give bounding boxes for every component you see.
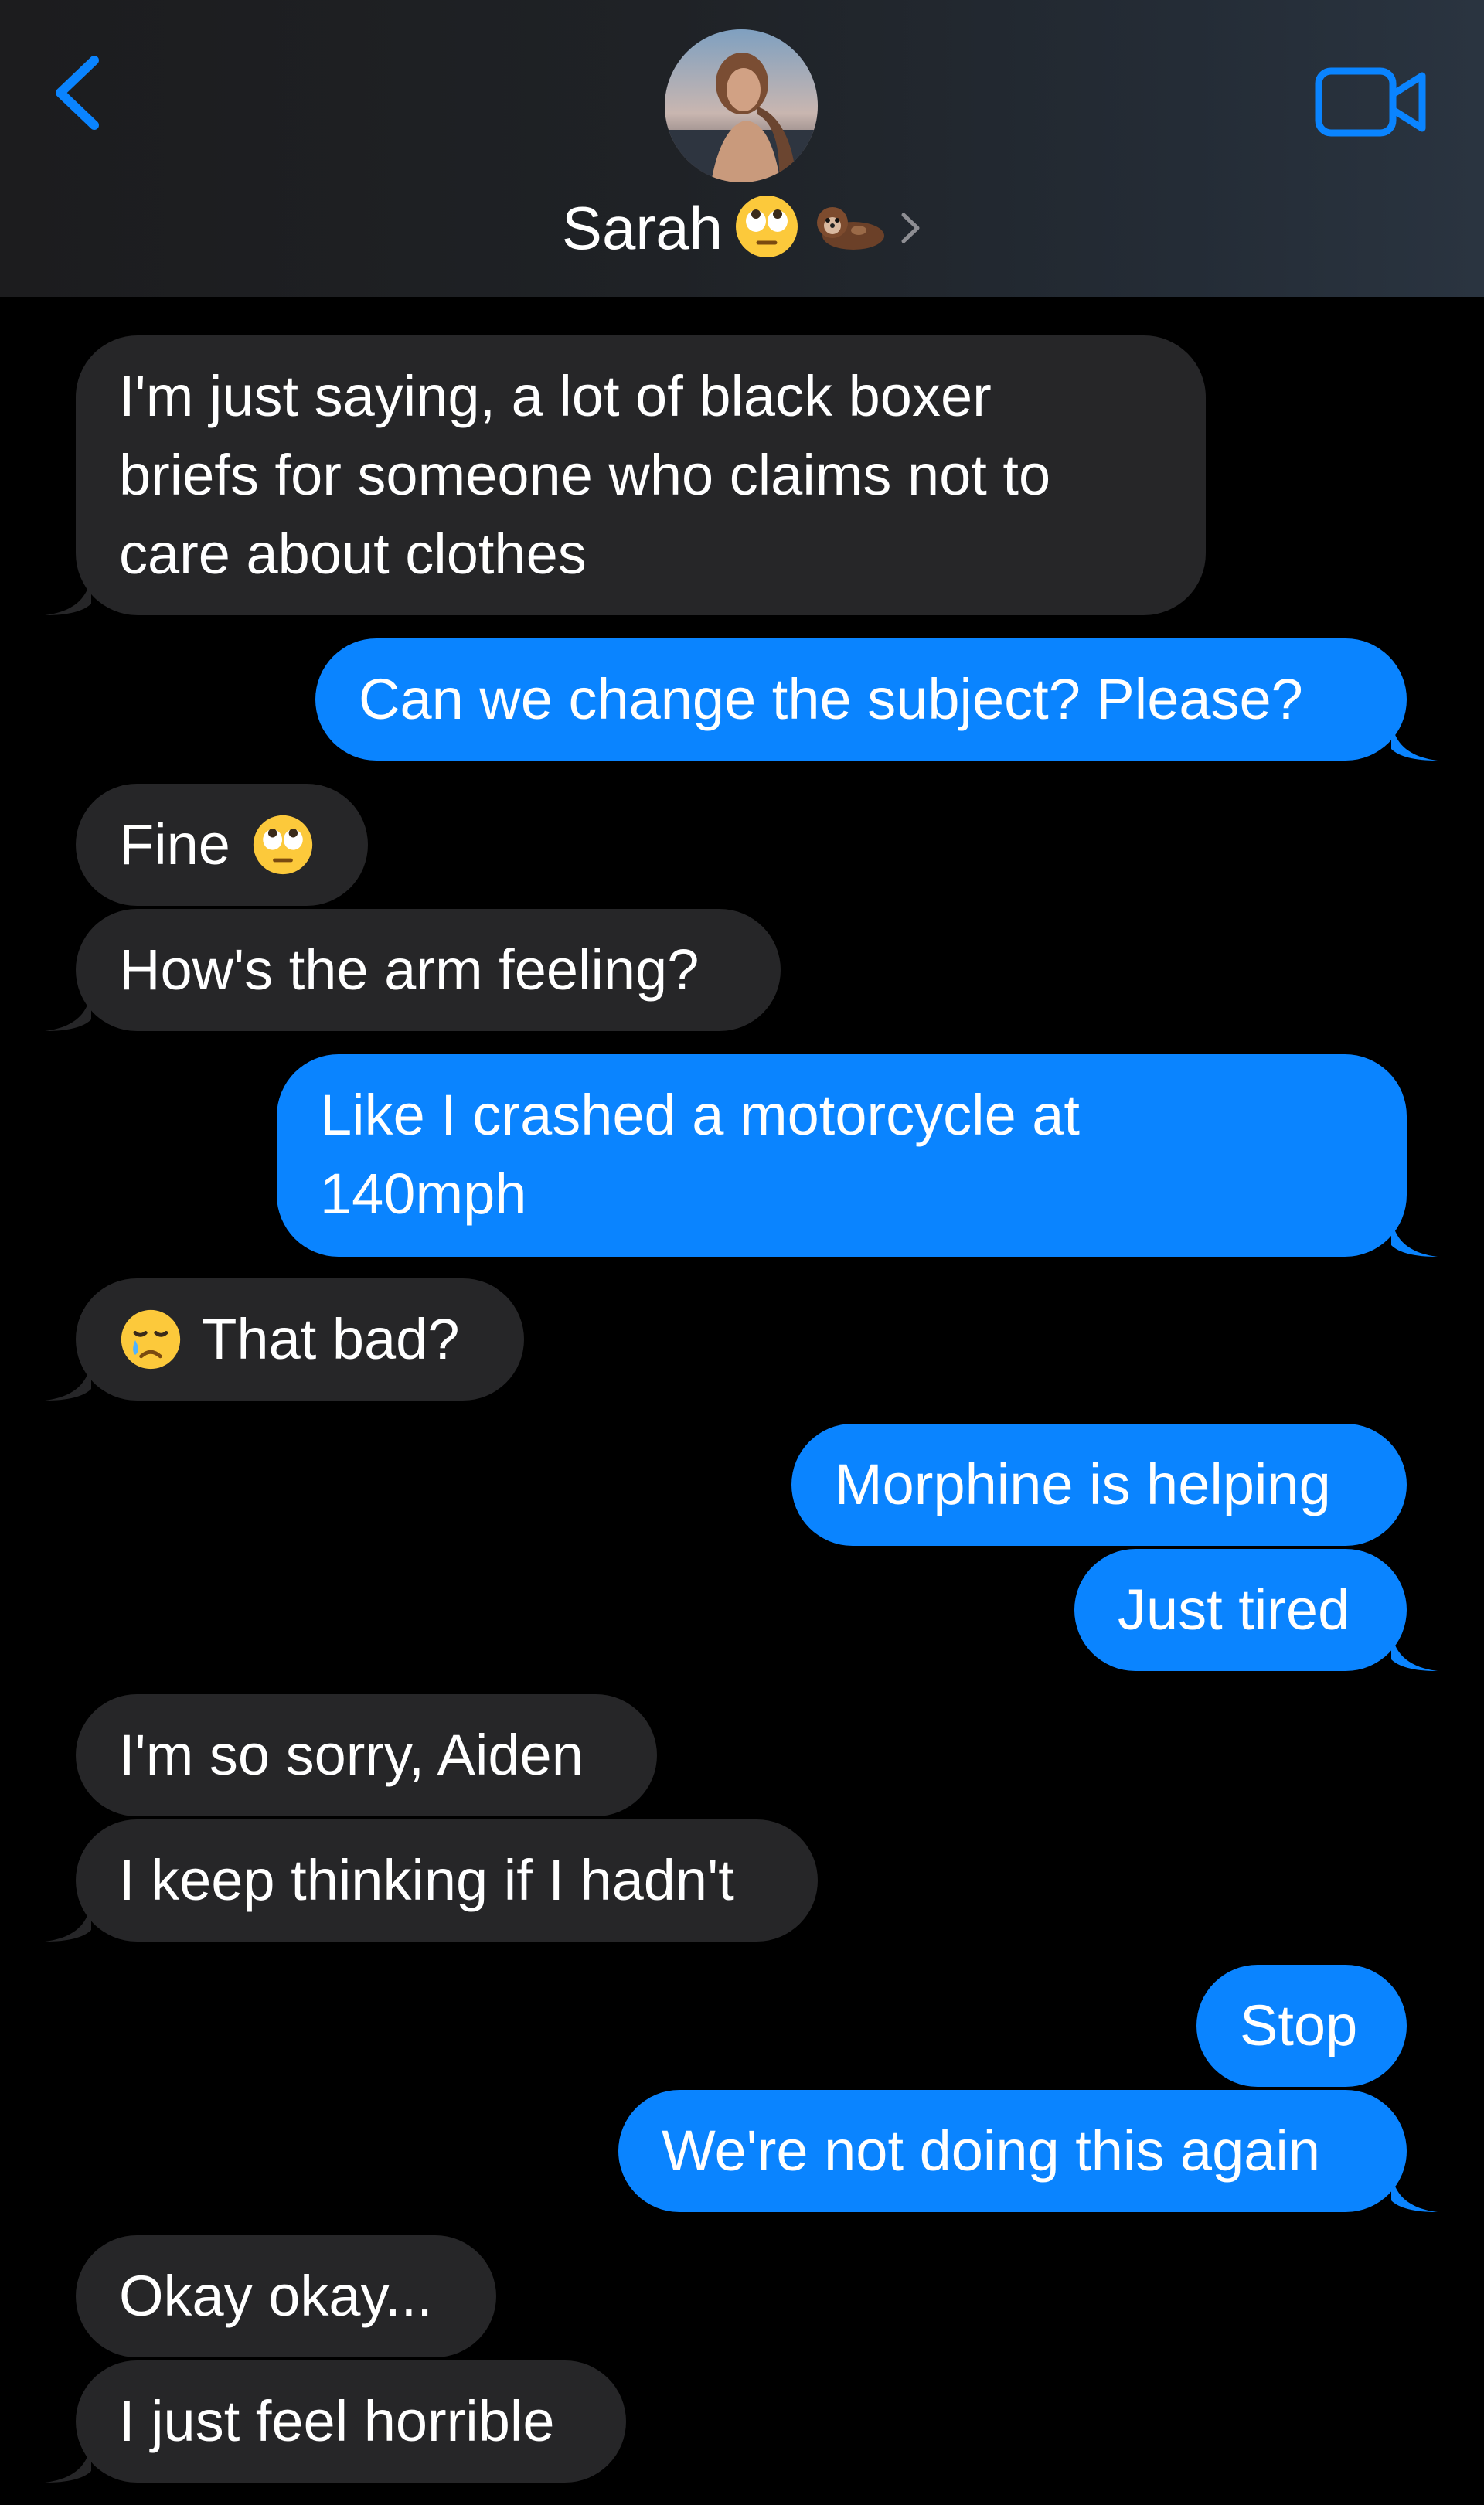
message-text-line: 140mph [320,1162,527,1226]
message-text: Okay okay... [119,2264,433,2328]
sent-message-bubble[interactable]: Stop [1196,1965,1407,2087]
message-text: I'm so sorry, Aiden [119,1723,584,1787]
received-message-bubble[interactable]: Fine [76,784,368,906]
sent-message-bubble[interactable]: Can we change the subject? Please? [315,638,1438,761]
bubble-tail [1391,714,1438,761]
video-camera-icon [1315,67,1426,137]
eye-roll-emoji [251,813,315,876]
avatar-photo [665,29,818,182]
message-text-line: Like I crashed a motorcycle at [320,1083,1080,1147]
back-button[interactable] [46,46,108,139]
bubble-tail [45,985,91,1031]
bubble-tail [1391,1210,1438,1257]
sent-message-bubble[interactable]: Just tired [1074,1549,1438,1671]
bubble-tail [1391,1625,1438,1671]
received-message-bubble[interactable]: I'm just saying, a lot of black boxer br… [45,335,1206,615]
sent-message-bubble[interactable]: We're not doing this again [618,2090,1438,2212]
message-text: That bad? [202,1307,460,1371]
contact-name: Sarah [561,193,723,262]
message-text: I keep thinking if I hadn't [119,1848,734,1912]
received-message-bubble[interactable]: How's the arm feeling? [45,909,781,1031]
video-call-button[interactable] [1314,63,1430,141]
back-chevron-icon [56,56,99,130]
message-text: Stop [1240,1993,1358,2057]
chevron-right-icon [901,213,920,243]
received-message-bubble[interactable]: I'm so sorry, Aiden [76,1694,657,1816]
message-text-line: I'm just saying, a lot of black boxer [119,364,992,428]
received-message-bubble[interactable]: I just feel horrible [45,2360,626,2483]
eye-roll-emoji [733,193,800,264]
received-message-bubble[interactable]: That bad? [45,1278,524,1401]
message-text-line: briefs for someone who claims not to [119,443,1051,507]
message-text: I just feel horrible [119,2389,555,2453]
message-text: How's the arm feeling? [119,938,699,1002]
message-text-line: care about clothes [119,522,587,586]
bubble-tail [45,1895,91,1942]
sent-message-bubble[interactable]: Morphine is helping [791,1424,1407,1546]
bubble-tail [1391,2166,1438,2212]
message-text: Just tired [1118,1578,1350,1642]
bubble-tail [45,2436,91,2483]
conversation-header: Sarah [0,0,1484,297]
bubble-tail [45,569,91,615]
message-text: Morphine is helping [835,1452,1331,1516]
contact-name-button[interactable]: Sarah [0,185,1484,271]
crying-face-emoji [119,1308,182,1371]
otter-emoji [811,193,888,264]
contact-avatar[interactable] [665,29,818,182]
received-message-bubble[interactable]: Okay okay... [76,2235,496,2357]
message-text: Fine [119,812,230,876]
message-text: Can we change the subject? Please? [359,667,1303,731]
bubble-tail [45,1354,91,1401]
sent-message-bubble[interactable]: Like I crashed a motorcycle at 140mph [277,1054,1438,1257]
received-message-bubble[interactable]: I keep thinking if I hadn't [45,1819,818,1942]
message-text: We're not doing this again [662,2119,1320,2183]
